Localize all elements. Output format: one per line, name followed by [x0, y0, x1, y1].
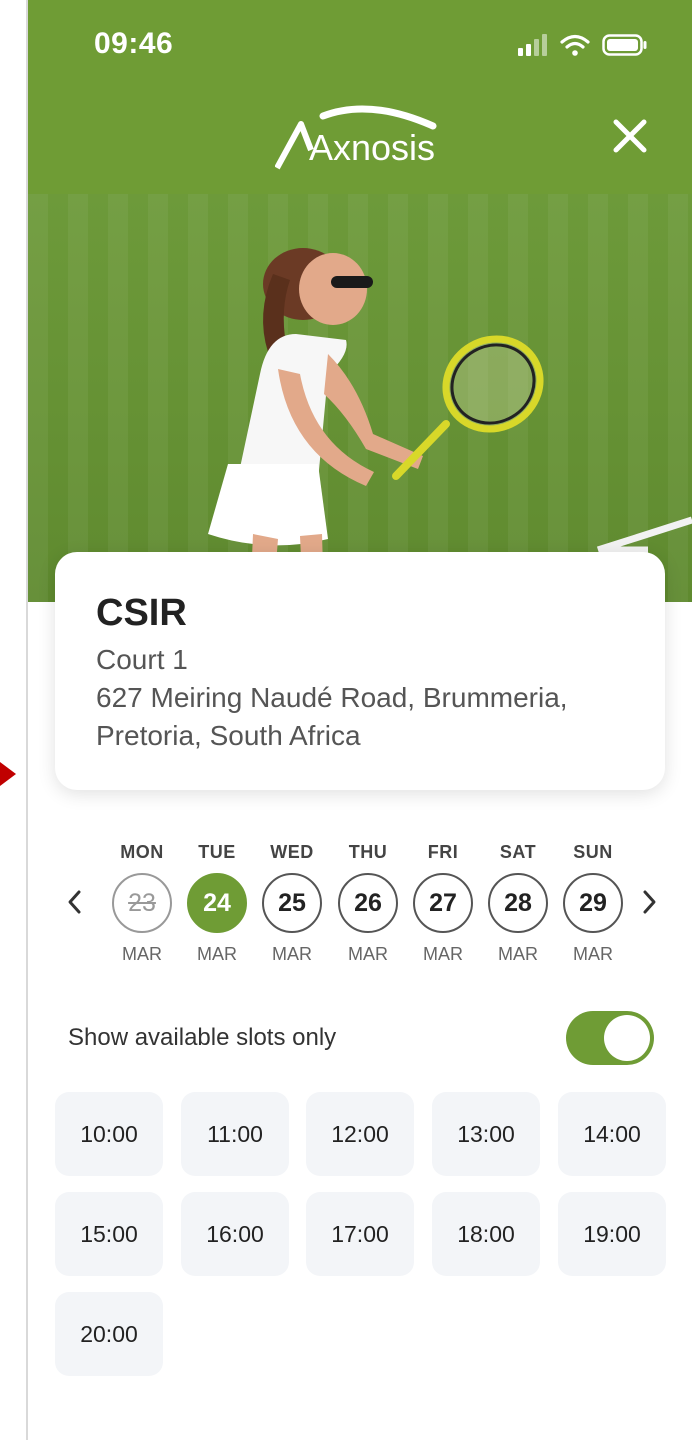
month-label: MAR — [197, 944, 237, 964]
time-slot[interactable]: 16:00 — [181, 1192, 289, 1276]
toggle-knob — [604, 1015, 650, 1061]
axnosis-logo: Axnosis — [274, 105, 437, 170]
time-slot[interactable]: 15:00 — [55, 1192, 163, 1276]
weekday-label: THU — [348, 842, 388, 862]
month-label: MAR — [423, 944, 463, 964]
weekday-label: SUN — [573, 842, 613, 862]
weekday-label: MON — [120, 842, 164, 862]
month-label: MAR — [348, 944, 388, 964]
wifi-icon — [560, 34, 590, 56]
month-label: MAR — [272, 944, 312, 964]
chevron-right-icon — [643, 890, 656, 914]
day-button-26[interactable]: 26 — [338, 873, 398, 933]
day-button-29[interactable]: 29 — [563, 873, 623, 933]
day-button-23[interactable]: 23 — [112, 873, 172, 933]
day-number: 26 — [354, 888, 382, 917]
next-week-button[interactable] — [634, 884, 664, 920]
venue-photo — [28, 194, 692, 602]
time-slot[interactable]: 11:00 — [181, 1092, 289, 1176]
weekday-label: WED — [270, 842, 314, 862]
available-only-label: Show available slots only — [68, 1024, 337, 1051]
time-slot[interactable]: 19:00 — [558, 1192, 666, 1276]
time-slot[interactable]: 13:00 — [432, 1092, 540, 1176]
day-button-25[interactable]: 25 — [262, 873, 322, 933]
time-slot[interactable]: 10:00 — [55, 1092, 163, 1176]
battery-icon — [602, 34, 647, 56]
status-icons — [518, 30, 648, 60]
time-slot[interactable]: 14:00 — [558, 1092, 666, 1176]
day-button-28[interactable]: 28 — [488, 873, 548, 933]
address-line-1: 627 Meiring Naudé Road, Brummeria, — [96, 682, 568, 713]
venue-card: CSIR Court 1 627 Meiring Naudé Road, Bru… — [55, 552, 665, 790]
venue-name: CSIR — [96, 592, 187, 634]
previous-week-button[interactable] — [60, 884, 90, 920]
booking-screen: 09:46 Axnosis CSIR Court 1 627 Meiring N… — [28, 0, 692, 1440]
brand-logo: Axnosis — [28, 102, 692, 177]
available-only-toggle[interactable] — [566, 1011, 654, 1065]
time-slot[interactable]: 18:00 — [432, 1192, 540, 1276]
month-label: MAR — [498, 944, 538, 964]
address-line-2: Pretoria, South Africa — [96, 720, 361, 751]
day-button-27[interactable]: 27 — [413, 873, 473, 933]
weekday-label: FRI — [427, 842, 459, 862]
time-slot[interactable]: 12:00 — [306, 1092, 414, 1176]
brand-name: Axnosis — [309, 127, 435, 168]
day-number: 27 — [429, 888, 457, 917]
status-time: 09:46 — [94, 27, 174, 60]
signal-icon — [518, 34, 547, 56]
day-button-24[interactable]: 24 — [187, 873, 247, 933]
outside-area — [0, 0, 26, 1440]
app-header: 09:46 Axnosis — [28, 0, 692, 194]
time-slot[interactable]: 20:00 — [55, 1292, 163, 1376]
chevron-left-icon — [68, 890, 81, 914]
day-number: 28 — [504, 888, 532, 917]
weekday-label: SAT — [499, 842, 537, 862]
month-label: MAR — [573, 944, 613, 964]
close-button[interactable] — [608, 114, 652, 158]
weekday-label: TUE — [198, 842, 236, 862]
day-number: 24 — [203, 888, 231, 917]
day-number: 25 — [278, 888, 306, 917]
close-icon — [613, 119, 647, 153]
day-number: 29 — [579, 888, 607, 917]
time-slot[interactable]: 17:00 — [306, 1192, 414, 1276]
annotation-arrow — [0, 762, 16, 786]
month-label: MAR — [122, 944, 162, 964]
court-name: Court 1 — [96, 644, 188, 675]
day-number: 23 — [128, 888, 156, 917]
